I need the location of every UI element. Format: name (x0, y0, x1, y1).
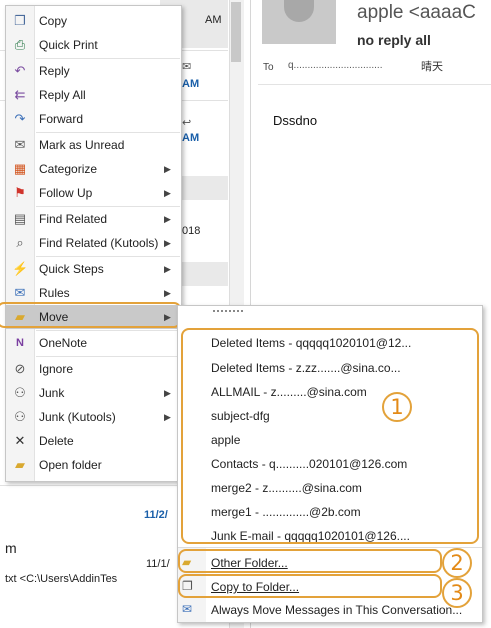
folders-callout-box (181, 328, 479, 544)
list-time: AM (182, 132, 200, 144)
callout-number: 2 (442, 548, 472, 578)
categorize-icon: ▦ (13, 161, 27, 176)
list-date: 11/2/ (144, 509, 168, 521)
menu-item-copy[interactable]: ❐ Copy (6, 9, 181, 33)
submenu-arrow-icon: ▶ (164, 214, 171, 224)
menu-item-label: Follow Up (39, 186, 93, 200)
menu-item-reply[interactable]: ↶ Reply (6, 59, 181, 83)
other-folder-callout-box (178, 549, 442, 573)
menu-item-reply-all[interactable]: ⇇ Reply All (6, 83, 181, 107)
list-path: txt <C:\Users\AddinTes (5, 573, 118, 585)
rules-icon: ✉ (14, 285, 26, 300)
submenu-arrow-icon: ▶ (164, 388, 171, 398)
menu-item-follow-up[interactable]: ⚑ Follow Up ▶ (6, 181, 181, 205)
list-time: AM (182, 78, 200, 90)
printer-icon: ⎙ (14, 37, 26, 52)
submenu-arrow-icon: ▶ (164, 238, 171, 248)
menu-item-label: Find Related (39, 212, 108, 226)
envelope-icon: ✉ (182, 61, 192, 73)
to-extra: 晴天 (421, 61, 443, 73)
always-move-icon: ✉ (182, 602, 193, 616)
submenu-arrow-icon: ▶ (164, 188, 171, 198)
onenote-icon: N (16, 337, 24, 349)
menu-item-forward[interactable]: ↷ Forward (6, 107, 181, 131)
flag-icon: ⚑ (14, 185, 26, 200)
message-subject: no reply all (357, 32, 431, 48)
lightning-icon: ⚡ (12, 261, 29, 276)
menu-item-label: Junk (39, 386, 65, 400)
header-divider (258, 84, 491, 85)
list-time: AM (205, 14, 222, 26)
sender-name: apple <aaaaC (357, 2, 476, 23)
callout-number: 1 (382, 392, 412, 422)
to-label: To (263, 62, 274, 73)
menu-item-find-related-kutools[interactable]: ⌕ Find Related (Kutools) ▶ (6, 231, 181, 255)
find-related-kutools-icon: ⌕ (16, 235, 24, 250)
menu-item-ignore[interactable]: ⊘ Ignore (6, 357, 181, 381)
callout-number: 3 (442, 578, 472, 608)
menu-item-junk-kutools[interactable]: ⚇ Junk (Kutools) ▶ (6, 405, 181, 429)
to-address: q................................ (288, 60, 383, 71)
menu-item-label: Junk (Kutools) (39, 410, 116, 424)
forward-icon: ↷ (14, 111, 26, 126)
menu-item-categorize[interactable]: ▦ Categorize ▶ (6, 157, 181, 181)
context-menu: ❐ Copy ⎙ Quick Print ↶ Reply ⇇ Reply All… (5, 5, 182, 482)
menu-item-quick-print[interactable]: ⎙ Quick Print (6, 33, 181, 57)
menu-item-quick-steps[interactable]: ⚡ Quick Steps ▶ (6, 257, 181, 281)
reply-icon: ↩ (182, 117, 192, 129)
move-highlight-box (0, 302, 181, 328)
list-date: 018 (182, 225, 201, 237)
menu-item-label: Quick Steps (39, 262, 104, 276)
message-body: Dssdno (273, 113, 318, 128)
copy-folder-callout-box (178, 574, 442, 598)
menu-item-label: OneNote (39, 336, 88, 350)
ignore-icon: ⊘ (14, 361, 26, 376)
menu-item-label: Reply (39, 64, 70, 78)
menu-item-label: Reply All (39, 88, 86, 102)
list-scrollbar-thumb[interactable] (231, 2, 241, 62)
menu-item-label: Categorize (39, 162, 98, 176)
menu-item-label: Ignore (39, 362, 74, 376)
submenu-arrow-icon: ▶ (164, 264, 171, 274)
submenu-separator (178, 547, 482, 548)
menu-item-mark-as-unread[interactable]: ✉ Mark as Unread (6, 133, 181, 157)
submenu-arrow-icon: ▶ (164, 164, 171, 174)
menu-item-open-folder[interactable]: ▰ Open folder (6, 453, 181, 477)
reply-all-icon: ⇇ (14, 87, 26, 102)
menu-item-label: Find Related (Kutools) (39, 236, 159, 250)
list-date: 11/1/ (146, 558, 170, 570)
submenu-scroll-indicator (213, 310, 243, 315)
menu-item-onenote[interactable]: N OneNote (6, 331, 181, 355)
menu-item-junk[interactable]: ⚇ Junk ▶ (6, 381, 181, 405)
list-fragment: m (5, 540, 17, 556)
menu-item-label: Quick Print (39, 38, 98, 52)
menu-item-label: Copy (39, 14, 68, 28)
menu-item-delete[interactable]: ✕ Delete (6, 429, 181, 453)
junk-kutools-icon: ⚇ (14, 409, 26, 424)
copy-icon: ❐ (14, 13, 26, 28)
junk-icon: ⚇ (14, 385, 26, 400)
envelope-icon: ✉ (14, 137, 26, 152)
open-folder-icon: ▰ (15, 457, 25, 472)
delete-icon: ✕ (14, 433, 26, 448)
menu-item-label: Delete (39, 434, 74, 448)
submenu-arrow-icon: ▶ (164, 412, 171, 422)
always-move-item[interactable]: Always Move Messages in This Conversatio… (211, 603, 462, 617)
menu-item-label: Forward (39, 112, 84, 126)
find-related-icon: ▤ (13, 211, 27, 226)
menu-item-label: Open folder (39, 458, 102, 472)
menu-item-label: Mark as Unread (39, 138, 125, 152)
reply-icon: ↶ (14, 63, 26, 78)
menu-item-find-related[interactable]: ▤ Find Related ▶ (6, 207, 181, 231)
